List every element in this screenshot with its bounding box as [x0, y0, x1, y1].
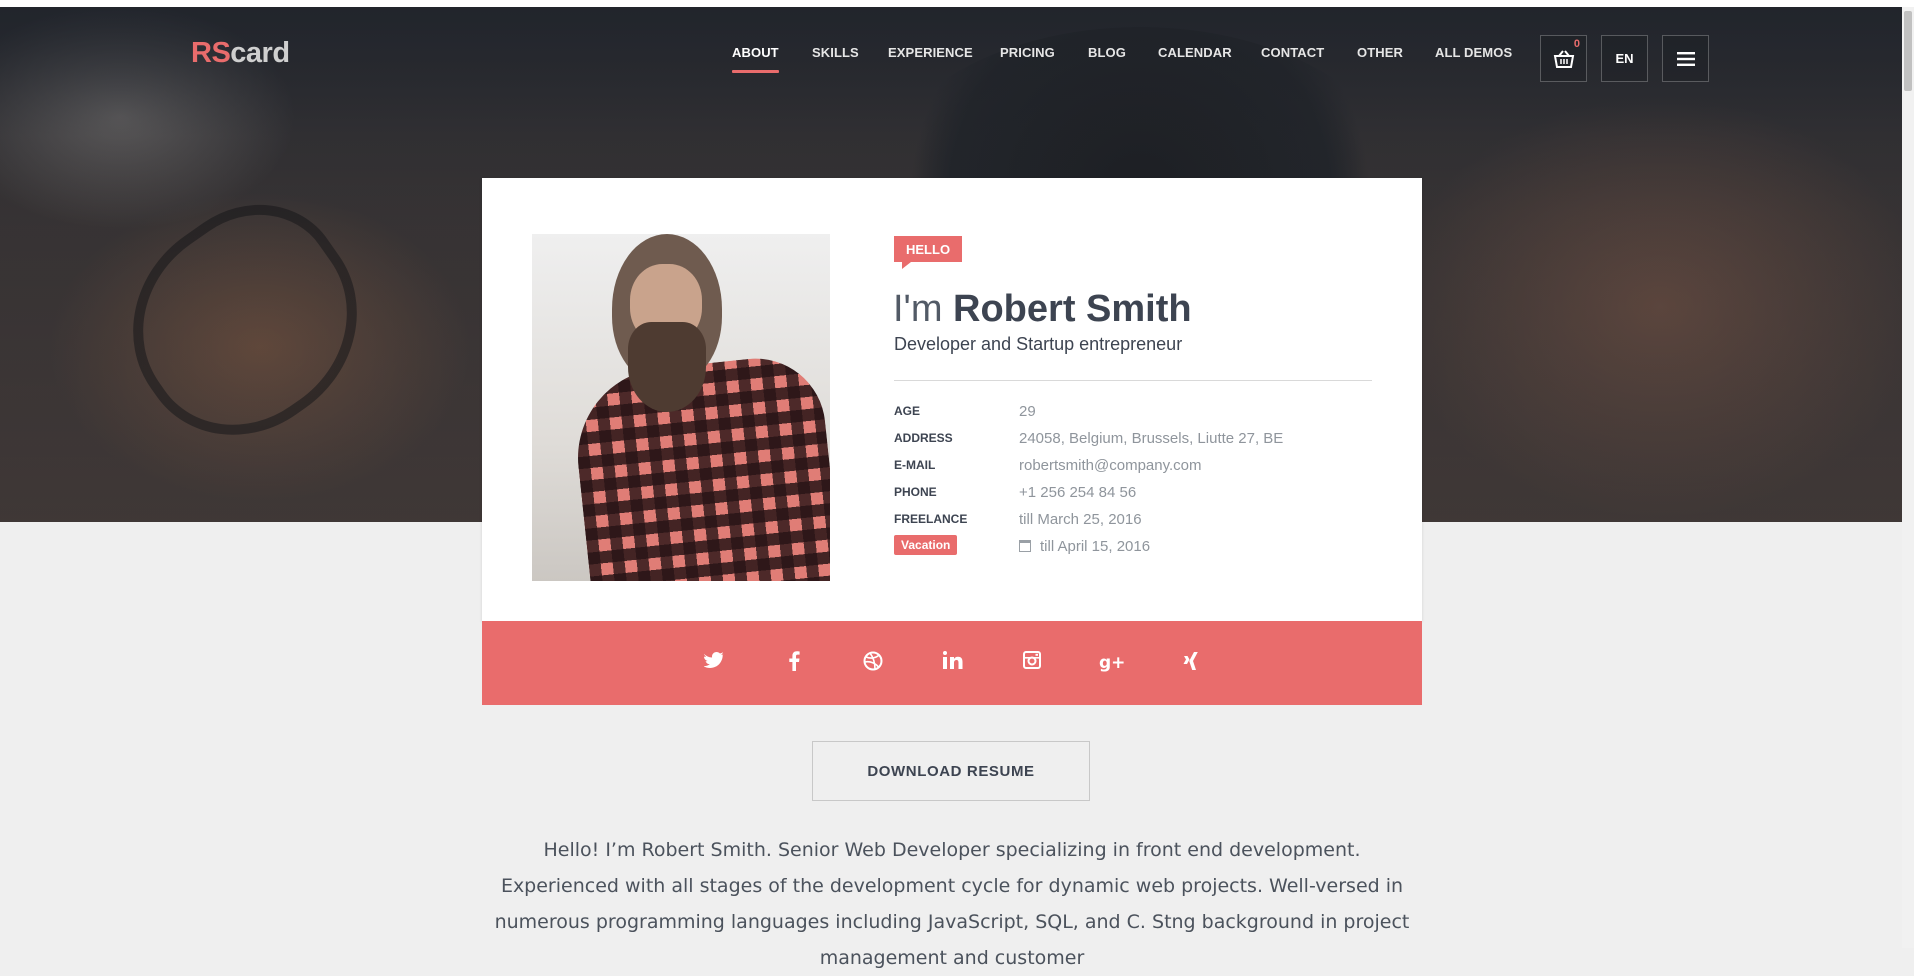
profile-name: I'm Robert Smith: [893, 288, 1192, 331]
page-scrollbar[interactable]: [1902, 7, 1914, 948]
info-label: PHONE: [894, 485, 937, 499]
info-row-email: E-MAIL robertsmith@company.com: [894, 457, 1374, 478]
hello-badge: HELLO: [894, 236, 963, 269]
nav-pricing[interactable]: PRICING: [1000, 45, 1055, 60]
cart-count-badge: 0: [1573, 38, 1580, 50]
info-row-vacation: Vacation till April 15, 2016: [894, 535, 1374, 559]
divider: [894, 380, 1372, 381]
info-row-phone: PHONE +1 256 254 84 56: [894, 484, 1374, 505]
social-links-bar: g+: [482, 621, 1422, 705]
nav-calendar[interactable]: CALENDAR: [1158, 45, 1232, 60]
info-value: 24058, Belgium, Brussels, Liutte 27, BE: [1019, 430, 1284, 447]
facebook-icon[interactable]: [782, 651, 806, 675]
nav-skills[interactable]: SKILLS: [812, 45, 859, 60]
info-row-address: ADDRESS 24058, Belgium, Brussels, Liutte…: [894, 430, 1374, 451]
vacation-value-text: till April 15, 2016: [1040, 538, 1151, 555]
nav-blog[interactable]: BLOG: [1088, 45, 1126, 60]
calendar-icon: [1019, 540, 1031, 552]
profile-title: Developer and Startup entrepreneur: [894, 334, 1183, 354]
info-label: AGE: [894, 404, 921, 418]
profile-photo: [532, 234, 830, 581]
nav-contact[interactable]: CONTACT: [1261, 45, 1324, 60]
menu-button[interactable]: [1662, 35, 1709, 82]
sunglasses-image: [90, 170, 400, 474]
info-value-email[interactable]: robertsmith@company.com: [1019, 457, 1202, 474]
language-button[interactable]: EN: [1601, 35, 1648, 82]
basket-icon: [1553, 49, 1574, 68]
dribbble-icon[interactable]: [861, 651, 885, 675]
cart-button[interactable]: 0: [1540, 35, 1587, 82]
download-resume-button[interactable]: DOWNLOAD RESUME: [812, 741, 1090, 801]
vacation-value: till April 15, 2016: [1019, 538, 1150, 555]
info-label: ADDRESS: [894, 431, 953, 445]
google-plus-icon[interactable]: g+: [1099, 651, 1125, 675]
instagram-icon[interactable]: [1020, 651, 1044, 675]
info-label: E-MAIL: [894, 458, 936, 472]
name-text: Robert Smith: [953, 288, 1192, 330]
bio-text: Hello! I’m Robert Smith. Senior Web Deve…: [494, 839, 1410, 969]
name-prefix: I'm: [893, 288, 943, 330]
nav-about[interactable]: ABOUT: [732, 45, 779, 73]
site-header: RScard ABOUT SKILLS EXPERIENCE PRICING B…: [0, 7, 1902, 97]
info-value: till March 25, 2016: [1019, 511, 1142, 528]
hamburger-icon: [1676, 51, 1695, 66]
site-logo[interactable]: RScard: [191, 37, 290, 70]
logo-card: card: [230, 37, 290, 69]
info-value: 29: [1019, 403, 1036, 420]
profile-card: HELLO I'm Robert Smith Developer and Sta…: [482, 178, 1422, 621]
nav-other[interactable]: OTHER: [1357, 45, 1403, 60]
nav-all-demos[interactable]: ALL DEMOS: [1435, 45, 1512, 60]
linkedin-icon[interactable]: [941, 651, 965, 675]
vacation-badge: Vacation: [894, 535, 958, 555]
logo-rs: RS: [191, 37, 231, 69]
info-label: FREELANCE: [894, 512, 968, 526]
info-value: +1 256 254 84 56: [1019, 484, 1137, 501]
nav-experience[interactable]: EXPERIENCE: [888, 45, 973, 60]
info-row-freelance: FREELANCE till March 25, 2016: [894, 511, 1374, 532]
scrollbar-thumb[interactable]: [1904, 11, 1912, 91]
twitter-icon[interactable]: [702, 651, 726, 675]
info-row-age: AGE 29: [894, 403, 1374, 424]
xing-icon[interactable]: [1179, 651, 1203, 675]
